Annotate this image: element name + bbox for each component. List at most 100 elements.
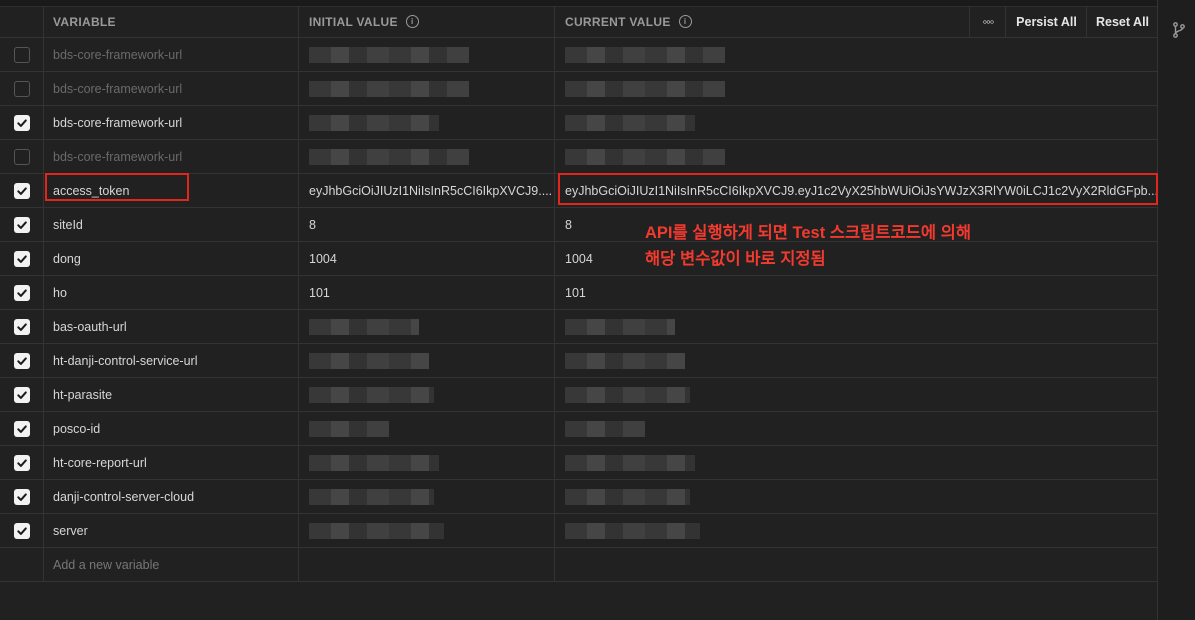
header-current-label: CURRENT VALUE: [565, 14, 671, 29]
initial-value-cell[interactable]: [299, 38, 555, 71]
initial-value: 101: [309, 285, 330, 300]
row-checkbox-cell: [0, 140, 44, 173]
initial-value-cell[interactable]: [299, 344, 555, 377]
initial-value-cell[interactable]: [299, 140, 555, 173]
current-value-cell[interactable]: [555, 412, 1157, 445]
redacted-value: [309, 454, 439, 471]
row-checkbox[interactable]: [13, 420, 30, 437]
variable-name: bas-oauth-url: [53, 319, 127, 334]
current-value-cell[interactable]: eyJhbGciOiJIUzI1NiIsInR5cCI6IkpXVCJ9.eyJ…: [555, 174, 1157, 207]
annotation-text: API를 실행하게 되면 Test 스크립트코드에 의해 해당 변수값이 바로 …: [645, 220, 971, 272]
variable-name-cell[interactable]: dong: [43, 242, 299, 275]
redacted-value: [309, 352, 429, 369]
row-checkbox[interactable]: [13, 216, 30, 233]
current-value-cell[interactable]: [555, 378, 1157, 411]
current-value-cell[interactable]: [555, 514, 1157, 547]
variable-name-cell[interactable]: bds-core-framework-url: [43, 140, 299, 173]
variable-name-cell[interactable]: bas-oauth-url: [43, 310, 299, 343]
current-value-cell[interactable]: [555, 140, 1157, 173]
current-value-cell[interactable]: [555, 446, 1157, 479]
persist-all-button[interactable]: Persist All: [1005, 6, 1087, 37]
variable-name-cell[interactable]: danji-control-server-cloud: [43, 480, 299, 513]
variable-name-cell[interactable]: bds-core-framework-url: [43, 72, 299, 105]
table-row: posco-id: [0, 412, 1157, 446]
row-checkbox[interactable]: [13, 386, 30, 403]
header-variable: VARIABLE: [43, 6, 299, 37]
current-value-cell[interactable]: [555, 106, 1157, 139]
check-icon: [16, 219, 28, 231]
more-options-button[interactable]: ◦◦◦: [969, 6, 1006, 37]
info-icon[interactable]: i: [678, 15, 692, 28]
current-value-cell[interactable]: [555, 38, 1157, 71]
reset-all-button[interactable]: Reset All: [1086, 6, 1158, 37]
redacted-value: [309, 488, 434, 505]
variable-name-cell[interactable]: ht-core-report-url: [43, 446, 299, 479]
variable-name: posco-id: [53, 421, 101, 436]
initial-value-cell[interactable]: [299, 446, 555, 479]
add-variable-input[interactable]: Add a new variable: [43, 548, 299, 581]
row-checkbox[interactable]: [13, 488, 30, 505]
row-checkbox-cell: [0, 514, 44, 547]
check-icon: [16, 525, 28, 537]
variable-name-cell[interactable]: posco-id: [43, 412, 299, 445]
redacted-value: [309, 46, 469, 63]
current-value-cell[interactable]: [555, 480, 1157, 513]
check-icon: [16, 185, 28, 197]
redacted-value: [309, 420, 389, 437]
header-checkbox-column: [0, 6, 44, 37]
initial-value-cell[interactable]: [299, 310, 555, 343]
initial-value-cell[interactable]: [299, 514, 555, 547]
row-checkbox[interactable]: [13, 148, 30, 165]
redacted-value: [309, 148, 469, 165]
initial-value-cell[interactable]: 1004: [299, 242, 555, 275]
initial-value-cell[interactable]: [299, 378, 555, 411]
row-checkbox[interactable]: [13, 318, 30, 335]
initial-value-cell[interactable]: [299, 106, 555, 139]
git-branch-icon[interactable]: [1172, 22, 1186, 38]
check-icon: [16, 253, 28, 265]
initial-value-cell[interactable]: 8: [299, 208, 555, 241]
variable-name-cell[interactable]: bds-core-framework-url: [43, 38, 299, 71]
variable-name-cell[interactable]: ht-danji-control-service-url: [43, 344, 299, 377]
variable-name: access_token: [53, 183, 130, 198]
current-value: 1004: [565, 251, 593, 266]
row-checkbox-cell: [0, 276, 44, 309]
row-checkbox[interactable]: [13, 284, 30, 301]
row-checkbox[interactable]: [13, 114, 30, 131]
initial-value-cell[interactable]: [299, 72, 555, 105]
redacted-value: [565, 522, 700, 539]
row-checkbox[interactable]: [13, 522, 30, 539]
row-checkbox[interactable]: [13, 454, 30, 471]
add-initial-cell[interactable]: [299, 548, 555, 581]
variable-name-cell[interactable]: ho: [43, 276, 299, 309]
initial-value-cell[interactable]: [299, 480, 555, 513]
row-checkbox[interactable]: [13, 182, 30, 199]
variable-name: ht-core-report-url: [53, 455, 147, 470]
current-value-cell[interactable]: [555, 72, 1157, 105]
header-initial-label: INITIAL VALUE: [309, 14, 398, 29]
variable-name-cell[interactable]: access_token: [43, 174, 299, 207]
variable-name-cell[interactable]: siteId: [43, 208, 299, 241]
current-value-cell[interactable]: [555, 344, 1157, 377]
row-checkbox-cell: [0, 106, 44, 139]
row-checkbox-cell: [0, 480, 44, 513]
row-checkbox-cell: [0, 38, 44, 71]
row-checkbox[interactable]: [13, 46, 30, 63]
row-checkbox[interactable]: [13, 352, 30, 369]
table-row: access_token eyJhbGciOiJIUzI1NiIsInR5cCI6…: [0, 174, 1157, 208]
row-checkbox-cell: [0, 208, 44, 241]
current-value-cell[interactable]: 101: [555, 276, 1157, 309]
info-icon[interactable]: i: [405, 15, 419, 28]
variable-name-cell[interactable]: ht-parasite: [43, 378, 299, 411]
variable-name-cell[interactable]: server: [43, 514, 299, 547]
redacted-value: [309, 386, 434, 403]
initial-value-cell[interactable]: eyJhbGciOiJIUzI1NiIsInR5cCI6IkpXVCJ9....: [299, 174, 555, 207]
initial-value-cell[interactable]: 101: [299, 276, 555, 309]
variable-name-cell[interactable]: bds-core-framework-url: [43, 106, 299, 139]
row-checkbox[interactable]: [13, 250, 30, 267]
add-current-cell[interactable]: [555, 548, 1157, 581]
initial-value-cell[interactable]: [299, 412, 555, 445]
current-value-cell[interactable]: [555, 310, 1157, 343]
variable-name: bds-core-framework-url: [53, 149, 183, 164]
row-checkbox[interactable]: [13, 80, 30, 97]
